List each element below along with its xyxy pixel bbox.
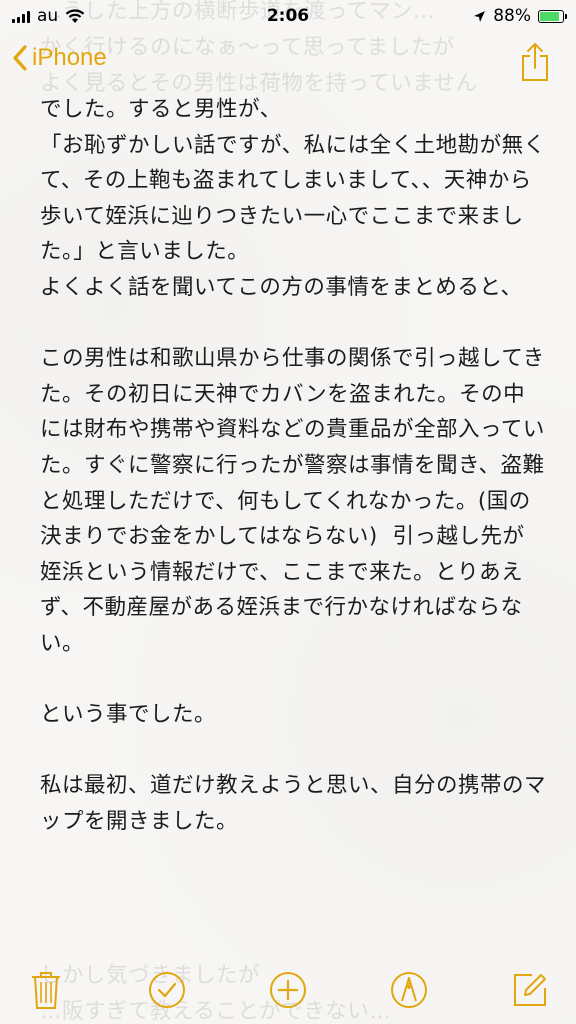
signal-icon (12, 10, 30, 23)
note-body-text[interactable]: でした。すると男性が、 「お恥ずかしい話ですが、私には全く土地勘が無くて、その上… (40, 92, 546, 839)
chevron-left-icon (13, 45, 27, 71)
share-icon (522, 42, 548, 81)
battery-percent: 88% (493, 6, 531, 26)
bottom-toolbar (0, 962, 576, 1018)
wifi-icon (65, 8, 85, 23)
nav-bar: iPhone (0, 36, 576, 94)
checklist-button[interactable] (145, 968, 189, 1012)
back-button[interactable]: iPhone (12, 44, 107, 72)
markup-icon (391, 972, 427, 1008)
delete-button[interactable] (24, 968, 68, 1012)
compose-icon (514, 974, 546, 1006)
add-icon (270, 972, 306, 1008)
battery-icon (538, 9, 567, 23)
markup-button[interactable] (387, 968, 431, 1012)
location-icon (474, 10, 486, 22)
compose-button[interactable] (508, 968, 552, 1012)
add-button[interactable] (266, 968, 310, 1012)
status-bar: au 2:06 88% (0, 0, 576, 32)
back-label: iPhone (32, 44, 107, 71)
battery-level (540, 11, 560, 21)
share-button[interactable] (520, 42, 550, 86)
clock: 2:06 (266, 6, 310, 26)
trash-icon (32, 972, 60, 1009)
carrier-label: au (37, 6, 59, 26)
checklist-icon (149, 972, 185, 1008)
